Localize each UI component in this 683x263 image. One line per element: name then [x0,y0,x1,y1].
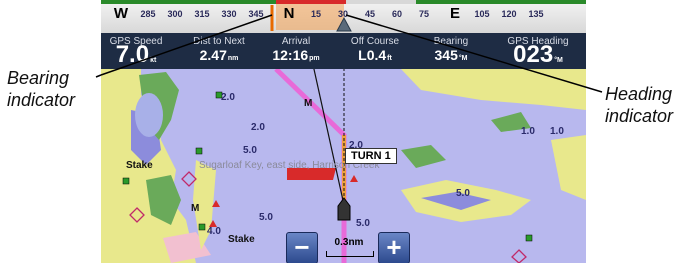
compass-tick-label: 75 [418,9,430,19]
place-label: M [304,98,313,109]
data-field-value: L0.4ft [351,47,399,67]
data-field-unit: pm [309,55,320,62]
data-field[interactable]: Arrival 12:16pm [272,33,319,69]
compass-tick-label: 315 [194,9,210,19]
bearing-indicator-callout: Bearing indicator [7,67,75,111]
lake-west [135,93,163,137]
compass-tick-label: 60 [391,9,403,19]
data-field-number: 345 [434,47,458,63]
data-field-number: 023 [513,41,554,68]
compass-tape: W 285 300 315 330 345 N 15 30 45 60 75 E 105 120 135 [101,0,586,33]
heading-callout-line2: indicator [605,106,674,126]
compass-tick-label: 120 [501,9,517,19]
depth-sounding: 2.0 [251,122,265,133]
scale-label: 0.3nm [334,237,364,248]
data-field-unit: °M [458,55,468,62]
heading-indicator-callout: Heading indicator [605,83,673,127]
data-field-label: Bearing [433,36,469,47]
compass-tick-label: W [113,5,129,22]
compass-tick-label: E [449,5,461,22]
scale-bar [326,251,374,257]
data-field-number: 2.47 [199,47,227,63]
data-field[interactable]: GPS Speed 7.0kt [110,33,163,69]
green-marker [195,147,203,155]
data-field-number: 12:16 [272,47,309,63]
zoom-control: − 0.3nm + [286,232,414,263]
data-field-unit: ft [387,55,392,62]
data-field[interactable]: GPS Heading 023°M [507,33,568,69]
turn-label[interactable]: TURN 1 [345,148,397,164]
green-marker [525,234,533,242]
data-field-value: 12:16pm [272,47,319,67]
data-fields-bar: GPS Speed 7.0kt Dist to Next 2.47nm Arrival 1… [101,33,586,69]
data-field-number: 7.0 [115,41,150,68]
data-field-unit: kt [150,57,157,64]
compass-tick-label: 105 [474,9,490,19]
depth-sounding: 5.0 [259,212,273,223]
compass-tick-label: 285 [140,9,156,19]
bearing-callout-line2: indicator [7,90,76,110]
data-field[interactable]: Off Course L0.4ft [351,33,399,69]
data-field-value: 2.47nm [193,47,245,67]
depth-sounding: 1.0 [521,126,535,137]
data-field[interactable]: Dist to Next 2.47nm [193,33,245,69]
data-field-label: Dist to Next [193,36,245,47]
heading-callout-line1: Heading [605,84,673,104]
data-field-value: 7.0kt [110,41,163,72]
compass-tick-label: 45 [364,9,376,19]
depth-sounding: 2.0 [221,92,235,103]
compass-tick-label: 345 [248,9,264,19]
data-field-label: Arrival [281,36,311,47]
depth-sounding: 1.0 [550,126,564,137]
place-label: Stake [228,234,255,245]
bearing-callout-line1: Bearing [7,68,70,88]
data-field-value: 345°M [434,47,468,67]
compass-tick-label: 330 [221,9,237,19]
depth-sounding: 5.0 [456,188,470,199]
place-label: M [191,203,200,214]
compass-tick-label: N [283,5,295,22]
data-field-number: L0.4 [358,47,387,63]
compass-tick-label: 30 [337,9,349,19]
data-field-unit: °M [554,57,563,64]
green-marker [198,223,206,231]
compass-tick-label: 15 [310,9,322,19]
data-field-unit: nm [227,55,239,62]
zoom-out-button[interactable]: − [286,232,318,263]
data-field[interactable]: Bearing 345°M [434,33,468,69]
compass-tick-label: 300 [167,9,183,19]
green-marker [122,177,130,185]
depth-sounding: 5.0 [243,145,257,156]
data-field-value: 023°M [507,41,568,72]
depth-sounding: 4.0 [207,226,221,237]
zoom-in-button[interactable]: + [378,232,410,263]
data-field-label: Off Course [350,36,400,47]
place-label: Stake [126,160,153,171]
depth-sounding: 5.0 [356,218,370,229]
compass-tick-label: 135 [528,9,544,19]
chartplotter-screen: 2.0 2.0 5.0 5.0 5.0 2.0 1.0 1.0 5.0 4.0 Stake Stake… [101,0,586,263]
